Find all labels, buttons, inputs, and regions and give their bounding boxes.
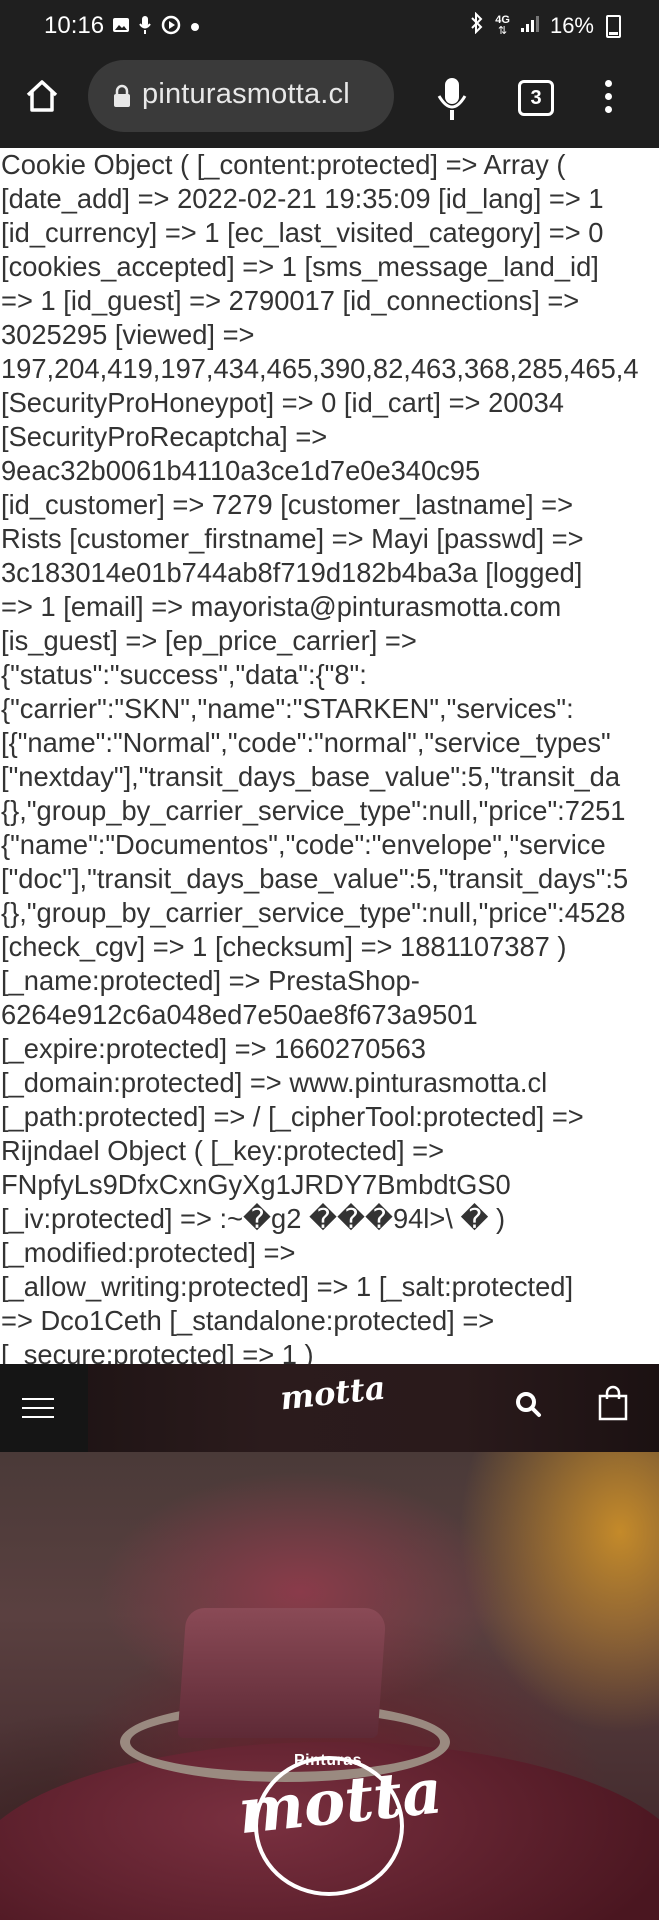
debug-line: ["doc"],"transit_days_base_value":5,"tra… (1, 863, 629, 894)
dot-icon (190, 19, 200, 37)
debug-line: [date_add] => 2022-02-21 19:35:09 [id_la… (1, 183, 604, 214)
debug-line: [_expire:protected] => 1660270563 (1, 1033, 426, 1064)
site-logo[interactable]: motta (278, 1369, 387, 1418)
debug-line: [_path:protected] => / [_cipherTool:prot… (1, 1101, 584, 1132)
debug-line: 3025295 [viewed] => (1, 319, 255, 350)
debug-line: Cookie Object ( [_content:protected] => … (1, 149, 566, 180)
data-arrows-icon: 4G ⇅ (495, 14, 510, 37)
debug-line: [is_guest] => [ep_price_carrier] => (1, 625, 417, 656)
hero-banner: Pinturas motta (0, 1452, 659, 1920)
browser-toolbar: pinturasmotta.cl 3 (0, 54, 659, 148)
debug-line: 197,204,419,197,434,465,390,82,463,368,2… (1, 353, 639, 384)
status-bar: 10:16 4G ⇅ 16% (0, 0, 659, 54)
debug-line: {},"group_by_carrier_service_type":null,… (1, 897, 626, 928)
mic-icon (437, 78, 467, 120)
debug-line: => 1 [id_guest] => 2790017 [id_connectio… (1, 285, 580, 316)
debug-line: {"name":"Documentos","code":"envelope","… (1, 829, 606, 860)
debug-line: {"status":"success","data":{"8": (1, 659, 367, 690)
debug-line: Rists [customer_firstname] => Mayi [pass… (1, 523, 584, 554)
debug-line: {"carrier":"SKN","name":"STARKEN","servi… (1, 693, 574, 724)
url-text: pinturasmotta.cl (142, 78, 350, 110)
battery-icon (606, 14, 621, 38)
home-button[interactable] (22, 76, 72, 126)
more-vert-icon[interactable] (596, 76, 620, 120)
signal-bars-icon (520, 13, 540, 39)
debug-line: 3c183014e01b744ab8f719d182b4ba3a [logged… (1, 557, 583, 588)
debug-line: Rijndael Object ( [_key:protected] => (1, 1135, 445, 1166)
debug-line: [_allow_writing:protected] => 1 [_salt:p… (1, 1271, 574, 1302)
debug-line: {},"group_by_carrier_service_type":null,… (1, 795, 626, 826)
tab-count: 3 (530, 87, 542, 109)
debug-line: => Dco1Ceth [_standalone:protected] => (1, 1305, 495, 1336)
debug-line: ["nextday"],"transit_days_base_value":5,… (1, 761, 621, 792)
sync-icon (160, 14, 182, 41)
debug-line: => 1 [email] => mayorista@pinturasmotta.… (1, 591, 562, 622)
spray-can-nozzle (177, 1608, 387, 1738)
battery-percent: 16% (549, 13, 594, 38)
tabs-button[interactable]: 3 (518, 80, 554, 116)
debug-line: [_domain:protected] => www.pinturasmotta… (1, 1067, 548, 1098)
debug-line: [SecurityProRecaptcha] => (1, 421, 328, 452)
debug-line: [_name:protected] => PrestaShop- (1, 965, 420, 996)
status-system-icons: 4G ⇅ 16% (469, 11, 621, 40)
debug-line: [{"name":"Normal","code":"normal","servi… (1, 727, 611, 758)
debug-line: [id_currency] => 1 [ec_last_visited_cate… (1, 217, 604, 248)
search-icon[interactable] (514, 1388, 544, 1422)
debug-line: 6264e912c6a048ed7e50ae8f673a9501 (1, 999, 478, 1030)
bluetooth-icon (469, 11, 485, 40)
debug-output: Cookie Object ( [_content:protected] => … (0, 148, 659, 1364)
debug-line: [SecurityProHoneypot] => 0 [id_cart] => … (1, 387, 564, 418)
address-bar[interactable]: pinturasmotta.cl (88, 60, 394, 132)
status-time: 10:16 (44, 12, 105, 39)
hamburger-menu-icon[interactable] (0, 1364, 88, 1452)
voice-search-button[interactable] (432, 74, 472, 126)
hero-logo: Pinturas motta (235, 1752, 446, 1902)
home-icon (26, 80, 58, 112)
debug-line: 9eac32b0061b4110a3ce1d7e0e340c95 (1, 455, 481, 486)
debug-line: [_secure:protected] => 1 ) (1, 1339, 314, 1364)
mic-small-icon (138, 15, 152, 40)
debug-line: [_modified:protected] => (1, 1237, 296, 1268)
status-notification-icons (112, 14, 200, 41)
shopping-bag-icon[interactable] (596, 1384, 630, 1422)
debug-line: [_iv:protected] => :~�g2 ���94l>\ � ) (1, 1203, 506, 1234)
lock-icon (114, 84, 130, 107)
image-icon (112, 16, 130, 39)
debug-line: FNpfyLs9DfxCxnGyXg1JRDY7BmbdtGS0 (1, 1169, 511, 1200)
debug-line: [check_cgv] => 1 [checksum] => 188110738… (1, 931, 567, 962)
site-header: motta (0, 1364, 659, 1452)
debug-line: [id_customer] => 7279 [customer_lastname… (1, 489, 574, 520)
debug-line: [cookies_accepted] => 1 [sms_message_lan… (1, 251, 599, 282)
